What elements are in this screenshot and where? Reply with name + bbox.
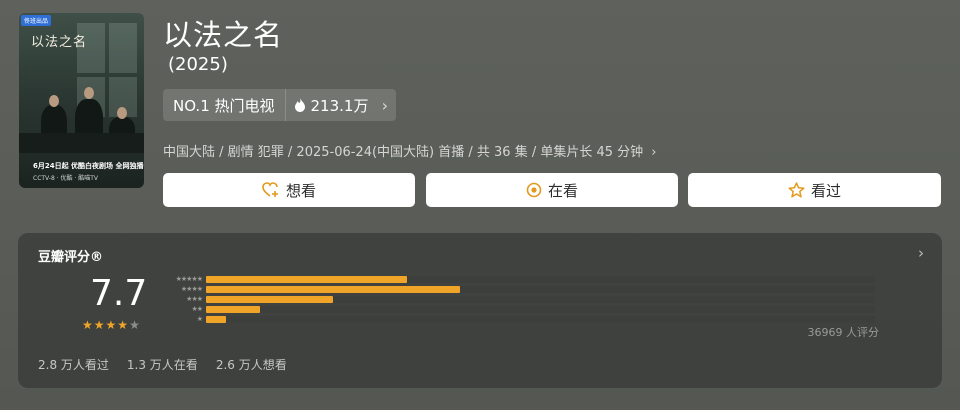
watched-button[interactable]: 看过: [688, 173, 941, 207]
rating-row-stars: ★★★: [186, 295, 203, 303]
rating-bar-track: [206, 305, 875, 313]
star-outline-icon: [788, 182, 805, 198]
watching-button[interactable]: 在看: [426, 173, 678, 207]
heat-value: 213.1万: [310, 96, 369, 115]
audience-stats: 2.8 万人看过 1.3 万人在看 2.6 万人想看: [38, 356, 287, 373]
watching-count: 1.3 万人在看: [126, 358, 198, 372]
rating-bar-fill: [206, 275, 407, 283]
rating-bar-fill: [206, 295, 334, 303]
rating-row-4: ★★★★: [158, 285, 875, 293]
star-filled-icon: ★: [117, 318, 130, 332]
rating-row-1: ★: [158, 315, 875, 323]
rating-bar-fill: [206, 315, 227, 323]
show-year: (2025): [168, 54, 228, 75]
rating-bar-track: [206, 315, 875, 323]
poster-image[interactable]: 佟班出品 以法之名 6月24日起 优酷白夜剧场 全网独播 CCTV-8 · 优酷…: [19, 13, 144, 188]
watching-icon: [526, 182, 542, 198]
chevron-right-icon: ›: [381, 95, 388, 115]
star-filled-icon: ★: [93, 318, 106, 332]
rank-label: NO.1 热门电视: [173, 96, 275, 115]
watching-label: 在看: [547, 181, 578, 200]
rating-heading: 豆瓣评分®: [38, 250, 104, 265]
chevron-right-icon: ›: [651, 145, 657, 160]
want-to-watch-button[interactable]: 想看: [163, 173, 415, 207]
poster-figure-head: [84, 87, 94, 99]
rating-row-5: ★★★★★: [158, 275, 875, 283]
star-filled-icon: ★: [82, 318, 94, 332]
heat-value-group: 213.1万: [286, 95, 377, 116]
poster-window: [109, 23, 137, 73]
heart-plus-icon: [262, 182, 278, 197]
star-filled-icon: ★: [105, 318, 118, 332]
rating-bar-fill: [206, 305, 260, 313]
rating-bar-track: [206, 285, 875, 293]
show-meta[interactable]: 中国大陆 / 剧情 犯罪 / 2025-06-24(中国大陆) 首播 / 共 3…: [163, 141, 657, 160]
rating-row-stars: ★★★★: [180, 285, 203, 293]
rating-bar-track: [206, 275, 875, 283]
show-title: 以法之名: [163, 18, 284, 52]
rating-row-stars: ★: [196, 315, 203, 323]
star-empty-icon: ★: [129, 318, 141, 332]
chevron-right-icon[interactable]: ›: [918, 244, 924, 262]
poster-title: 以法之名: [31, 35, 88, 50]
want-to-watch-label: 想看: [285, 181, 316, 200]
rating-count: 36969 人评分: [807, 326, 880, 339]
rating-bar-track: [206, 295, 875, 303]
poster-platforms: CCTV-8 · 优酷 · 酷喵TV: [33, 175, 98, 182]
poster-air-date: 6月24日起 优酷白夜剧场 全网独播: [33, 162, 144, 170]
watched-label: 看过: [810, 181, 841, 200]
watched-count: 2.8 万人看过: [38, 358, 109, 372]
rating-row-stars: ★★: [191, 305, 203, 313]
average-stars: ★★★★★: [82, 318, 141, 332]
rating-row-2: ★★: [158, 305, 875, 313]
show-meta-text: 中国大陆 / 剧情 犯罪 / 2025-06-24(中国大陆) 首播 / 共 3…: [163, 145, 644, 160]
rating-row-3: ★★★: [158, 295, 875, 303]
want-count: 2.6 万人想看: [215, 358, 287, 372]
poster-figure-head: [49, 95, 59, 107]
rank-badge[interactable]: NO.1 热门电视 213.1万 ›: [163, 89, 396, 121]
rating-score: 7.7: [90, 273, 148, 314]
rating-bar-fill: [206, 285, 461, 293]
flame-icon: [294, 98, 305, 112]
rating-row-stars: ★★★★★: [175, 275, 203, 283]
poster-badge: 佟班出品: [21, 15, 52, 26]
poster-figure-head: [117, 107, 127, 119]
poster-desk: [19, 133, 144, 153]
rating-card[interactable]: 豆瓣评分® › 7.7 ★★★★★ ★★★★★ ★★★★ ★★★ ★★ ★ 36…: [18, 233, 942, 388]
